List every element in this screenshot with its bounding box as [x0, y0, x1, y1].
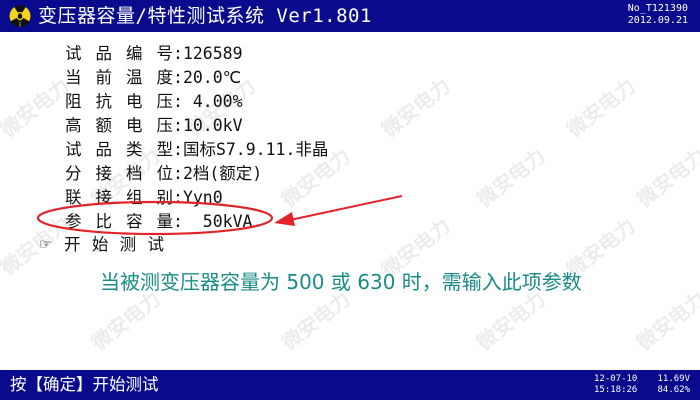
param-value-connection-group: Yyn0: [182, 188, 223, 207]
radiation-icon: [9, 5, 31, 27]
watermark: 微安电力: [472, 143, 550, 212]
param-row-connection-group[interactable]: 联接组别:Yyn0: [65, 186, 328, 210]
watermark: 微安电力: [562, 73, 640, 142]
param-value-sample-id: 126589: [182, 44, 243, 63]
param-value-tap-position: 2档(额定): [182, 164, 263, 183]
param-row-rated-voltage[interactable]: 高额电压:10.0kV: [65, 114, 328, 138]
annotation-note: 当被测变压器容量为 500 或 630 时，需输入此项参数: [100, 270, 582, 294]
param-value-sample-type: 国标S7.9.11.非晶: [182, 140, 329, 159]
footer-clock: 15:18:26: [594, 385, 638, 395]
param-label: 当前温度: [65, 68, 173, 87]
param-value-impedance-voltage: 4.00%: [182, 92, 243, 111]
param-row-sample-id[interactable]: 试品编号:126589: [65, 42, 328, 66]
watermark: 微安电力: [632, 143, 700, 212]
start-test-label: 开始测试: [64, 235, 164, 254]
header-date: 2012.09.21: [627, 15, 688, 26]
param-colon: :: [173, 68, 183, 87]
param-value-rated-voltage: 10.0kV: [182, 116, 243, 135]
app-title: 变压器容量/特性测试系统 Ver1.801: [38, 5, 372, 27]
status-bar: 按【确定】开始测试 12-07-10 15:18:26 11.69V 84.62…: [0, 370, 700, 400]
param-colon: :: [173, 212, 183, 231]
param-row-sample-type[interactable]: 试品类型:国标S7.9.11.非晶: [65, 138, 328, 162]
param-value-temperature: 20.0℃: [182, 68, 242, 87]
battery-voltage: 11.69V: [657, 374, 690, 384]
test-screen: 变压器容量/特性测试系统 Ver1.801 No_T121390 2012.09…: [0, 0, 700, 400]
param-colon: :: [173, 44, 183, 63]
param-row-temperature[interactable]: 当前温度:20.0℃: [65, 66, 328, 90]
watermark: 微安电力: [377, 73, 455, 142]
param-colon: :: [173, 92, 183, 111]
param-label: 联接组别: [65, 188, 173, 207]
param-value-reference-capacity: 50kVA: [182, 212, 253, 231]
param-label: 参比容量: [65, 212, 173, 231]
param-row-impedance-voltage[interactable]: 阻抗电压: 4.00%: [65, 90, 328, 114]
pointing-hand-icon: ☞: [40, 234, 51, 255]
serial-number: No_T121390: [627, 3, 688, 14]
param-row-tap-position[interactable]: 分接档位:2档(额定): [65, 162, 328, 186]
param-colon: :: [173, 188, 183, 207]
title-bar: 变压器容量/特性测试系统 Ver1.801 No_T121390 2012.09…: [0, 0, 700, 32]
watermark: 微安电力: [632, 286, 700, 355]
param-label: 分接档位: [65, 164, 173, 183]
footer-date: 12-07-10: [594, 374, 638, 384]
param-label: 高额电压: [65, 116, 173, 135]
start-test-option[interactable]: ☞ 开始测试: [40, 233, 164, 257]
confirm-prompt: 按【确定】开始测试: [10, 375, 159, 394]
battery-level: 84.62%: [657, 385, 690, 395]
param-label: 阻抗电压: [65, 92, 173, 111]
param-colon: :: [173, 116, 183, 135]
param-label: 试品编号: [65, 44, 173, 63]
watermark: 微安电力: [0, 73, 74, 142]
parameter-list: 试品编号:126589 当前温度:20.0℃ 阻抗电压: 4.00% 高额电压:…: [65, 42, 328, 234]
param-colon: :: [173, 164, 183, 183]
param-row-reference-capacity[interactable]: 参比容量: 50kVA: [65, 210, 328, 234]
param-label: 试品类型: [65, 140, 173, 159]
param-colon: :: [173, 140, 183, 159]
